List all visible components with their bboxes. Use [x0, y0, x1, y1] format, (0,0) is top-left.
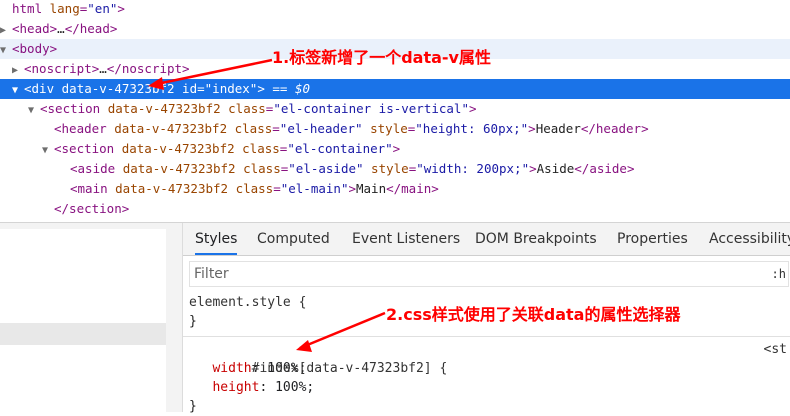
filter-placeholder: Filter: [194, 266, 229, 282]
dom-token: …: [57, 21, 65, 36]
left-sidebar-pane: [0, 223, 167, 412]
dom-token: Aside: [536, 161, 575, 176]
dom-token: >: [468, 101, 477, 116]
dom-token: "el-aside": [288, 161, 364, 176]
dom-token: </section>: [54, 201, 130, 216]
dom-token: "el-container": [287, 141, 393, 156]
dom-node-row[interactable]: <header data-v-47323bf2 class="el-header…: [0, 119, 790, 139]
hover-state-toggle[interactable]: :h: [772, 262, 786, 286]
dom-token: =: [273, 181, 281, 196]
dom-token: "height: 60px;": [415, 121, 529, 136]
collapse-triangle-icon[interactable]: ▼: [42, 141, 54, 161]
dom-token: "width: 200px;": [416, 161, 530, 176]
dom-token: <aside: [70, 161, 123, 176]
dom-token: data-v-47323bf2 class: [121, 141, 280, 156]
declaration-height-value[interactable]: 100%;: [275, 380, 314, 395]
collapse-triangle-icon[interactable]: ▼: [0, 41, 12, 61]
dom-token: Header: [535, 121, 581, 136]
dom-token: <noscript>: [24, 61, 100, 76]
dom-token: == $0: [264, 81, 311, 96]
rule-close-brace: }: [189, 399, 197, 414]
dom-token: <main: [70, 181, 116, 196]
tab-computed[interactable]: Computed: [257, 223, 330, 255]
dom-token: <header: [54, 121, 115, 136]
dom-token: style: [362, 121, 408, 136]
dom-token: <div: [24, 81, 62, 96]
dom-token: <section: [40, 101, 108, 116]
dom-node-row[interactable]: <main data-v-47323bf2 class="el-main">Ma…: [0, 179, 790, 199]
expand-triangle-icon[interactable]: ▶: [12, 61, 24, 81]
dom-token: data-v-47323bf2 class: [115, 181, 274, 196]
annotation-note-2: 2.css样式使用了关联data的属性选择器: [386, 305, 681, 324]
dom-token: >: [348, 181, 356, 196]
dom-token: >: [392, 141, 401, 156]
tab-dom-breakpoints[interactable]: DOM Breakpoints: [475, 223, 597, 255]
dom-token: style: [363, 161, 409, 176]
tab-properties[interactable]: Properties: [617, 223, 688, 255]
dom-node-row[interactable]: ▼ <section data-v-47323bf2 class="el-cont…: [0, 99, 790, 119]
dom-token: lang: [42, 1, 80, 16]
collapse-triangle-icon[interactable]: ▼: [28, 101, 40, 121]
dom-token: data-v-47323bf2 class: [114, 121, 273, 136]
rule-selector: #index[data-v-47323bf2] {: [251, 361, 448, 376]
tab-accessibility[interactable]: Accessibility: [709, 223, 790, 255]
dom-token: </aside>: [574, 161, 635, 176]
dom-token: =: [197, 81, 205, 96]
elements-dom-tree[interactable]: html lang="en"> ▶ <head>…</head> ▼ <body> ▶ <n…: [0, 0, 790, 222]
dom-token: >: [529, 161, 537, 176]
declaration-height[interactable]: height: 100%;: [189, 378, 787, 397]
dom-token: "el-main": [280, 181, 349, 196]
rule-source-link[interactable]: <st: [764, 340, 787, 359]
dom-token: <head>: [12, 21, 58, 36]
dom-node-row[interactable]: ▶ <head>…</head>: [0, 19, 790, 39]
dom-token: </main>: [386, 181, 439, 196]
dom-token: data-v-47323bf2 class: [107, 101, 266, 116]
left-pane-top-band: [0, 223, 166, 229]
dom-token: </head>: [64, 21, 118, 36]
dom-node-row[interactable]: html lang="en">: [0, 0, 790, 19]
left-pane-highlight-row[interactable]: [0, 323, 166, 345]
styles-tab-bar: Styles Computed Event Listeners DOM Breakpo…: [183, 223, 790, 256]
dom-token: "el-header": [279, 121, 363, 136]
dom-token: <body>: [12, 41, 58, 56]
dom-token: >: [257, 81, 265, 96]
rule-divider: [183, 336, 790, 337]
pane-splitter[interactable]: [166, 223, 183, 412]
dom-token: data-v-47323bf2 id: [61, 81, 198, 96]
dom-token: </header>: [580, 121, 649, 136]
dom-token: =: [272, 121, 280, 136]
dom-token: <section: [54, 141, 122, 156]
collapse-triangle-icon[interactable]: ▼: [12, 81, 24, 101]
tab-styles[interactable]: Styles: [195, 223, 238, 255]
index-css-rule[interactable]: #index[data-v-47323bf2] { <st width: 100…: [189, 340, 787, 416]
dom-token: >: [528, 121, 536, 136]
dom-token: data-v-47323bf2 class: [122, 161, 281, 176]
dom-node-row[interactable]: ▼ <section data-v-47323bf2 class="el-cont…: [0, 139, 790, 159]
dom-token: html: [12, 1, 43, 16]
dom-node-row[interactable]: <aside data-v-47323bf2 class="el-aside" …: [0, 159, 790, 179]
dom-token: …: [99, 61, 107, 76]
expand-triangle-icon[interactable]: ▶: [0, 21, 12, 41]
dom-token: "el-container is-vertical": [273, 101, 469, 116]
styles-filter-input[interactable]: Filter :h: [189, 261, 789, 287]
dom-token: </noscript>: [106, 61, 190, 76]
dom-token: "index": [204, 81, 258, 96]
dom-token: Main: [356, 181, 387, 196]
dom-token: "en": [87, 1, 118, 16]
dom-node-selected[interactable]: ▼ <div data-v-47323bf2 id="index"> == $0: [0, 79, 790, 99]
dom-token: >: [117, 1, 125, 16]
dom-node-row[interactable]: </section>: [0, 199, 790, 219]
tab-event-listeners[interactable]: Event Listeners: [352, 223, 460, 255]
annotation-note-1: 1.标签新增了一个data-v属性: [272, 48, 491, 67]
